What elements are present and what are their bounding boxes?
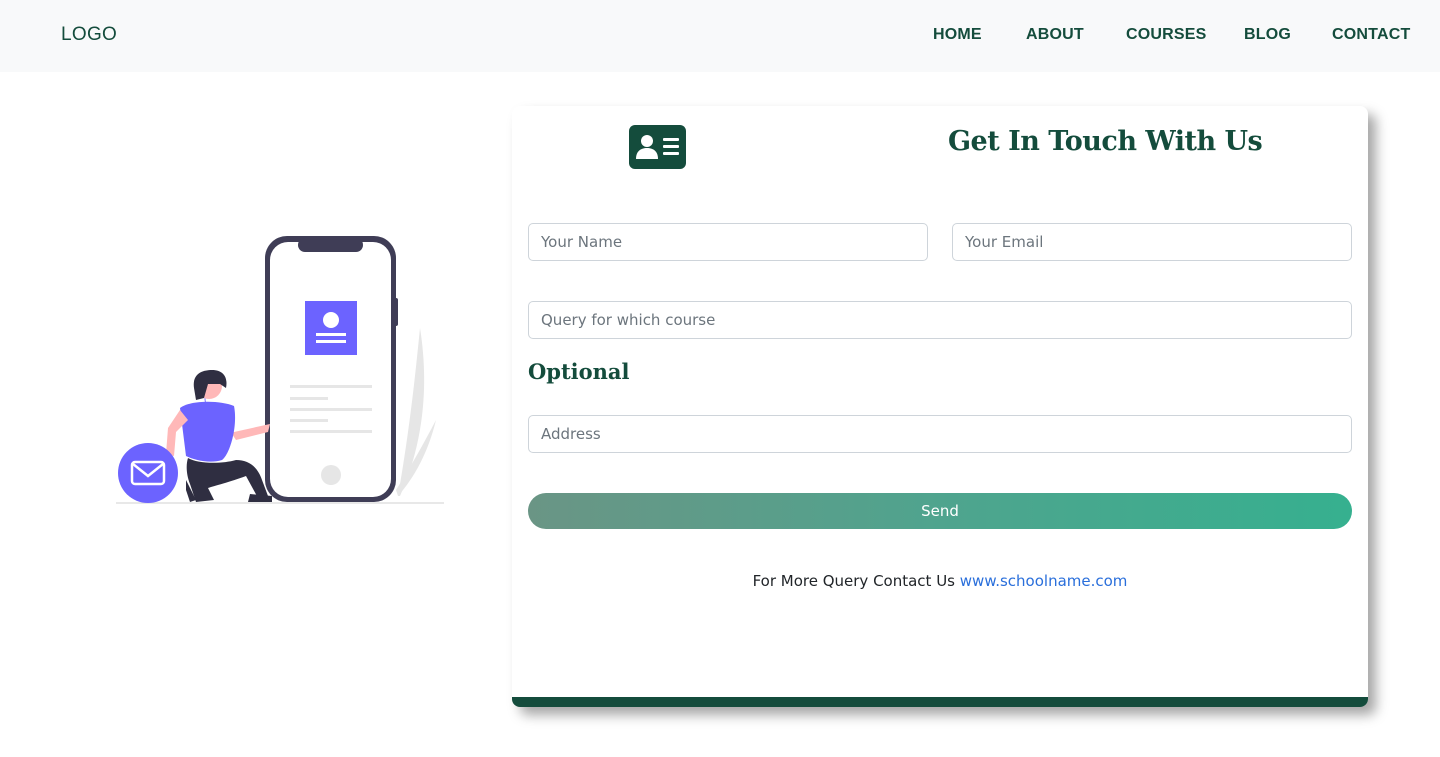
- nav-link-home[interactable]: HOME: [933, 26, 982, 44]
- nav-link-contact[interactable]: CONTACT: [1332, 26, 1410, 44]
- phone-icon: [265, 236, 398, 502]
- card-bottom-bar: [512, 697, 1368, 707]
- contact-illustration: [116, 236, 444, 504]
- nav-link-about[interactable]: ABOUT: [1026, 26, 1084, 44]
- nav-link-courses[interactable]: COURSES: [1126, 26, 1207, 44]
- contact-card: Get In Touch With Us Optional Send For M…: [512, 106, 1368, 707]
- mail-icon: [118, 443, 178, 503]
- email-field[interactable]: [952, 223, 1352, 261]
- send-button[interactable]: Send: [528, 493, 1352, 529]
- contact-footer-text: For More Query Contact Us: [752, 572, 955, 590]
- course-query-field[interactable]: [528, 301, 1352, 339]
- school-website-link[interactable]: www.schoolname.com: [960, 572, 1128, 590]
- page-title: Get In Touch With Us: [948, 126, 1263, 157]
- contact-card-icon: [629, 125, 686, 169]
- name-field[interactable]: [528, 223, 928, 261]
- person-icon: [166, 370, 272, 502]
- contact-footer: For More Query Contact Us www.schoolname…: [512, 572, 1368, 590]
- navbar: LOGO HOME ABOUT COURSES BLOG CONTACT: [0, 0, 1440, 72]
- nav-link-blog[interactable]: BLOG: [1244, 26, 1291, 44]
- address-field[interactable]: [528, 415, 1352, 453]
- optional-heading: Optional: [528, 359, 630, 384]
- logo-link[interactable]: LOGO: [61, 24, 117, 46]
